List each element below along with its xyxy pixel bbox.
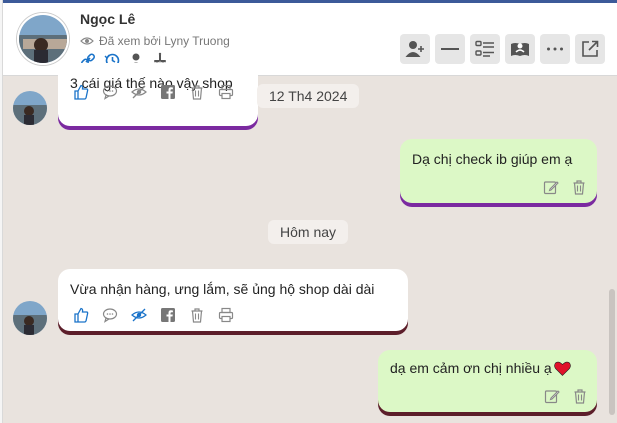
minimize-button[interactable] — [435, 34, 465, 64]
contact-name: Ngọc Lê — [80, 11, 136, 27]
message-text: Dạ chị check ib giúp em ạ — [412, 151, 573, 167]
heart-icon — [553, 361, 571, 376]
popout-icon — [581, 40, 599, 58]
customer-avatar[interactable] — [13, 301, 47, 335]
add-user-icon — [405, 40, 425, 58]
message-text: Vừa nhận hàng, ưng lắm, sẽ ủng hộ shop d… — [70, 281, 375, 297]
scrollbar-thumb[interactable] — [609, 289, 615, 415]
print-icon[interactable] — [218, 307, 234, 323]
list-icon — [475, 40, 495, 58]
message-bubble-incoming[interactable]: Vừa nhận hàng, ưng lắm, sẽ ủng hộ shop d… — [58, 269, 408, 331]
edit-icon[interactable] — [543, 179, 559, 195]
facebook-icon[interactable] — [160, 307, 176, 323]
hide-icon[interactable] — [131, 84, 147, 100]
hide-icon[interactable] — [131, 307, 147, 323]
message-bubble-outgoing[interactable]: dạ em cảm ơn chị nhiều ạ — [378, 350, 597, 412]
date-separator: Hôm nay — [268, 220, 349, 244]
like-icon[interactable] — [73, 84, 89, 100]
message-text-row: dạ em cảm ơn chị nhiều ạ — [390, 360, 571, 376]
facebook-icon[interactable] — [160, 84, 176, 100]
delete-icon[interactable] — [189, 307, 205, 323]
message-list[interactable]: 3 cái giá thế nào vậy shop 12 Th4 2024 D… — [3, 63, 617, 423]
add-user-button[interactable] — [400, 34, 430, 64]
like-icon[interactable] — [73, 307, 89, 323]
message-actions — [543, 179, 587, 195]
inbox-button[interactable] — [505, 34, 535, 64]
eye-icon — [80, 34, 94, 48]
customer-avatar[interactable] — [13, 91, 47, 125]
print-icon[interactable] — [218, 84, 234, 100]
comment-icon[interactable] — [102, 84, 118, 100]
comment-icon[interactable] — [102, 307, 118, 323]
popout-button[interactable] — [575, 34, 605, 64]
delete-icon[interactable] — [189, 84, 205, 100]
message-actions — [73, 84, 234, 100]
delete-icon[interactable] — [572, 388, 588, 404]
seen-status: Đã xem bởi Lyny Truong — [80, 34, 230, 48]
delete-icon[interactable] — [571, 179, 587, 195]
more-button[interactable] — [540, 34, 570, 64]
contact-avatar[interactable] — [17, 13, 69, 65]
message-bubble-outgoing[interactable]: Dạ chị check ib giúp em ạ — [400, 139, 597, 203]
edit-icon[interactable] — [544, 388, 560, 404]
message-actions — [544, 388, 588, 404]
header-actions — [400, 34, 605, 64]
inbox-icon — [510, 40, 530, 58]
message-text: dạ em cảm ơn chị nhiều ạ — [390, 360, 552, 376]
minimize-icon — [441, 47, 459, 51]
list-button[interactable] — [470, 34, 500, 64]
seen-text: Đã xem bởi Lyny Truong — [99, 34, 230, 48]
date-separator: 12 Th4 2024 — [257, 84, 360, 108]
message-actions — [73, 307, 234, 323]
more-icon — [546, 47, 564, 51]
message-bubble-incoming[interactable]: 3 cái giá thế nào vậy shop — [58, 63, 258, 126]
